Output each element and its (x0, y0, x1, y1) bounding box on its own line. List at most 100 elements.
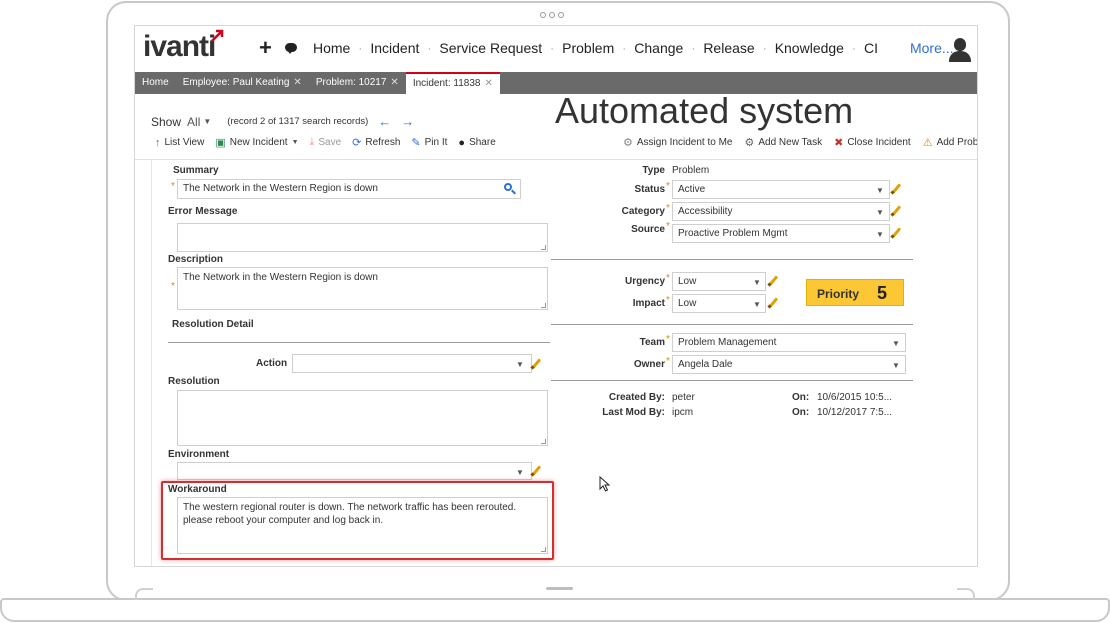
category-dropdown[interactable]: Accessibility (672, 202, 890, 221)
created-on-value: 10/6/2015 10:5... (817, 392, 893, 403)
chevron-down-icon[interactable]: ▼ (753, 278, 761, 287)
save-button[interactable]: ⤓ Save (310, 136, 342, 149)
chevron-down-icon[interactable]: ▼ (892, 361, 900, 370)
task-gear-icon: ⚙ (744, 137, 755, 149)
nav-problem[interactable]: Problem (562, 40, 614, 56)
edit-pencil-icon[interactable] (890, 205, 902, 217)
urgency-dropdown[interactable]: Low (672, 272, 766, 291)
nav-home[interactable]: Home (313, 40, 350, 56)
team-label: Team (639, 337, 665, 348)
impact-dropdown[interactable]: Low (672, 294, 766, 313)
last-mod-by-label: Last Mod By: (602, 407, 665, 418)
new-incident-button[interactable]: ▣ New Incident ▼ (215, 136, 298, 149)
top-navigation: ivanti + Home · Incident · Service Request… (135, 26, 977, 72)
action-label: Action (256, 358, 288, 369)
user-avatar-icon[interactable] (947, 38, 973, 64)
chevron-down-icon[interactable]: ▼ (876, 230, 884, 239)
edit-pencil-icon[interactable] (890, 183, 902, 195)
arrow-up-icon: ↑ (155, 136, 161, 149)
required-marker: * (666, 334, 670, 345)
status-dropdown[interactable]: Active (672, 180, 890, 199)
environment-dropdown[interactable] (177, 462, 532, 480)
chat-icon[interactable] (285, 43, 297, 54)
chevron-down-icon[interactable]: ▼ (892, 339, 900, 348)
close-icon[interactable]: ✕ (484, 78, 492, 89)
show-filter-dropdown[interactable]: All (187, 115, 200, 129)
chevron-down-icon[interactable]: ▼ (876, 208, 884, 217)
warning-icon: ⚠ (922, 137, 933, 149)
add-new-task-button[interactable]: ⚙ Add New Task (744, 136, 822, 149)
edit-pencil-icon[interactable] (890, 227, 902, 239)
chevron-down-icon[interactable]: ▼ (203, 117, 211, 126)
workaround-field[interactable]: The western regional router is down. The… (177, 497, 548, 554)
pin-it-button[interactable]: ✎ Pin It (411, 136, 447, 149)
record-toolbar: ↑ List View ▣ New Incident ▼ ⤓ Save ⟳ Refresh… (155, 136, 507, 149)
laptop-hinge-right (957, 588, 975, 600)
tab-employee[interactable]: Employee: Paul Keating ✕ (176, 72, 309, 94)
close-incident-button[interactable]: ✖ Close Incident (834, 136, 911, 149)
source-dropdown[interactable]: Proactive Problem Mgmt (672, 224, 890, 243)
mouse-cursor-icon (599, 476, 611, 492)
chevron-down-icon[interactable]: ▼ (516, 360, 524, 369)
error-message-field[interactable] (177, 223, 548, 252)
section-divider (551, 324, 913, 325)
edit-pencil-icon[interactable] (530, 358, 542, 370)
edit-pencil-icon[interactable] (767, 275, 779, 287)
last-mod-on-label: On: (792, 407, 810, 418)
action-dropdown[interactable] (292, 354, 532, 373)
last-mod-by-value: ipcm (672, 407, 694, 418)
nav-service-request[interactable]: Service Request (439, 40, 542, 56)
required-marker: * (666, 203, 670, 214)
nav-incident[interactable]: Incident (370, 40, 419, 56)
tab-incident[interactable]: Incident: 11838 ✕ (405, 72, 500, 94)
next-record-icon[interactable]: → (401, 114, 414, 129)
assign-incident-button[interactable]: ⚙ Assign Incident to Me (623, 136, 732, 149)
required-marker: * (666, 295, 670, 306)
created-on-label: On: (792, 392, 810, 403)
summary-field[interactable]: The Network in the Western Region is dow… (177, 179, 521, 199)
urgency-label: Urgency (624, 276, 665, 287)
gear-icon: ⚙ (623, 137, 633, 149)
error-message-label: Error Message (168, 206, 238, 217)
ivanti-logo[interactable]: ivanti (143, 29, 224, 64)
owner-label: Owner (633, 359, 665, 370)
priority-value: 5 (877, 283, 888, 303)
status-label: Status (634, 184, 665, 195)
chevron-down-icon[interactable]: ▼ (876, 186, 884, 195)
laptop-hinge-left (135, 588, 153, 600)
tab-problem[interactable]: Problem: 10217 ✕ (309, 72, 406, 94)
save-icon: ⤓ (309, 136, 315, 148)
chevron-down-icon[interactable]: ▼ (516, 468, 524, 477)
close-icon[interactable]: ✕ (293, 77, 301, 88)
required-marker: * (171, 181, 175, 192)
last-mod-on-value: 10/12/2017 7:5... (817, 407, 893, 418)
owner-dropdown[interactable]: Angela Dale (672, 355, 906, 374)
required-marker: * (666, 356, 670, 367)
nav-change[interactable]: Change (634, 40, 683, 56)
team-dropdown[interactable]: Problem Management (672, 333, 906, 352)
search-icon[interactable] (504, 183, 516, 195)
share-button[interactable]: ● Share (458, 137, 495, 149)
chevron-down-icon[interactable]: ▼ (753, 300, 761, 309)
resolution-field[interactable] (177, 390, 548, 446)
nav-knowledge[interactable]: Knowledge (775, 40, 844, 56)
refresh-button[interactable]: ⟳ Refresh (352, 136, 400, 149)
description-field[interactable]: The Network in the Western Region is dow… (177, 267, 548, 310)
add-new-icon[interactable]: + (259, 35, 272, 61)
nav-ci[interactable]: CI (864, 40, 878, 56)
required-marker: * (666, 221, 670, 232)
created-by-value: peter (672, 392, 695, 403)
refresh-icon: ⟳ (352, 137, 362, 149)
tab-home[interactable]: Home (135, 72, 176, 94)
close-incident-icon: ✖ (834, 137, 844, 149)
resolution-label: Resolution (168, 376, 220, 387)
edit-pencil-icon[interactable] (530, 465, 542, 477)
previous-record-icon[interactable]: ← (378, 114, 391, 129)
edit-pencil-icon[interactable] (767, 297, 779, 309)
share-chat-icon: ● (458, 136, 466, 149)
add-problem-button[interactable]: ⚠Add Problem (922, 136, 977, 149)
list-view-button[interactable]: ↑ List View (155, 137, 204, 149)
nav-release[interactable]: Release (703, 40, 754, 56)
close-icon[interactable]: ✕ (390, 77, 398, 88)
workaround-label: Workaround (168, 484, 227, 495)
